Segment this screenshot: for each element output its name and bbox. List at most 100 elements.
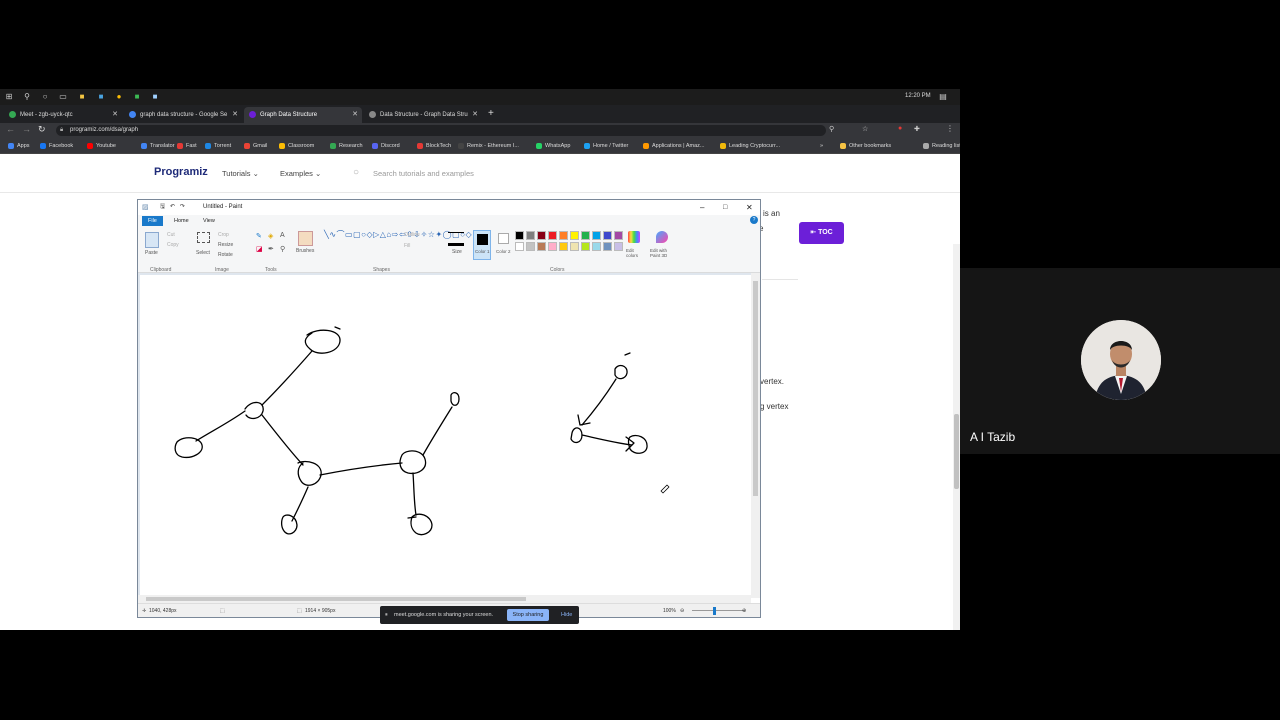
bookmark-item[interactable]: Translator [141, 141, 175, 151]
minimize-icon[interactable]: – [700, 200, 704, 215]
more-bookmarks-icon[interactable]: » [820, 141, 823, 151]
scrollbar-thumb[interactable] [954, 414, 959, 489]
zoom-icon[interactable]: ⚲ [829, 125, 834, 133]
windows-start-icon[interactable]: ⊞ [4, 92, 14, 102]
bookmark-item[interactable]: Torrent [205, 141, 231, 151]
resize-button[interactable]: Resize [218, 242, 233, 248]
color-swatch[interactable] [581, 242, 590, 251]
color-swatch[interactable] [515, 231, 524, 240]
cortana-icon[interactable]: ○ [40, 92, 50, 102]
size-button[interactable]: Size [452, 249, 462, 255]
chrome-icon[interactable]: ● [114, 92, 124, 102]
zoom-out-icon[interactable]: ⊖ [680, 604, 684, 618]
color-swatch[interactable] [592, 231, 601, 240]
brushes-button[interactable]: Brushes [296, 248, 314, 254]
close-icon[interactable]: ✕ [746, 200, 753, 215]
notification-icon[interactable]: ▤ [938, 92, 948, 102]
tab-google-search[interactable]: graph data structure - Google Se ✕ [124, 107, 242, 123]
shapes-gallery[interactable]: ╲∿⌒▭▢○◇▷△⌂⇨⇦⇧⇩✧☆✦◯▢○◇ [324, 230, 472, 239]
paste-button[interactable]: Paste [145, 250, 158, 256]
bookmark-item[interactable]: Other bookmarks [840, 141, 891, 151]
brushes-icon[interactable] [298, 231, 313, 246]
save-icon[interactable]: 🖫︎ [160, 200, 165, 215]
bookmark-item[interactable]: BlockTech [417, 141, 451, 151]
color-swatch[interactable] [581, 231, 590, 240]
bookmark-star-icon[interactable]: ☆ [862, 125, 868, 133]
hide-button[interactable]: Hide [561, 606, 572, 624]
color1-selector[interactable] [473, 230, 491, 260]
bookmark-item[interactable]: Home / Twitter [584, 141, 628, 151]
help-icon[interactable]: ? [750, 216, 758, 224]
bookmark-item[interactable]: Classroom [279, 141, 314, 151]
cut-button[interactable]: Cut [167, 232, 175, 238]
tab-data-structure-graph[interactable]: Data Structure - Graph Data Stru ✕ [364, 107, 482, 123]
bookmark-item[interactable]: Reading list [923, 141, 960, 151]
color-swatch[interactable] [548, 242, 557, 251]
bookmark-item[interactable]: Youtube [87, 141, 116, 151]
color-swatch[interactable] [570, 242, 579, 251]
text-tool-icon[interactable]: A [280, 232, 285, 239]
color-swatch[interactable] [548, 231, 557, 240]
undo-icon[interactable]: ↶ [170, 200, 175, 215]
close-tab-icon[interactable]: ✕ [472, 107, 478, 123]
app-icon[interactable]: ■ [96, 92, 106, 102]
extension-icon[interactable]: ● [898, 125, 902, 132]
url-input[interactable]: 🔒︎ programiz.com/dsa/graph [56, 125, 826, 136]
edit-paint3d-button[interactable]: Edit with Paint 3D [650, 248, 678, 258]
close-tab-icon[interactable]: ✕ [232, 107, 238, 123]
task-view-icon[interactable]: ▭ [58, 92, 68, 102]
programiz-logo[interactable]: Programiz [154, 166, 208, 178]
zoom-slider[interactable] [692, 610, 744, 611]
fill-tool-icon[interactable]: ◈ [268, 232, 273, 240]
color-swatch[interactable] [537, 231, 546, 240]
forward-icon[interactable]: → [22, 124, 31, 134]
tab-meet[interactable]: Meet - zgb-uyck-qtc ✕ [4, 107, 122, 123]
paint3d-icon[interactable] [656, 231, 668, 243]
outline-button[interactable]: Outline [404, 232, 420, 238]
color-swatch[interactable] [559, 231, 568, 240]
eraser-tool-icon[interactable]: ◪ [256, 245, 263, 253]
color-picker-icon[interactable]: ✒ [268, 245, 274, 253]
color2-swatch[interactable] [498, 233, 509, 244]
color-swatch[interactable] [592, 242, 601, 251]
fill-button[interactable]: Fill [404, 243, 410, 249]
nav-tutorials[interactable]: Tutorials ⌄ [222, 169, 259, 178]
redo-icon[interactable]: ↷ [180, 200, 185, 215]
color-swatch[interactable] [603, 242, 612, 251]
menu-kebab-icon[interactable]: ⋮ [946, 124, 954, 133]
reload-icon[interactable]: ↻ [38, 124, 46, 135]
bookmark-item[interactable]: Facebook [40, 141, 73, 151]
app-icon[interactable]: ■ [132, 92, 142, 102]
color-swatch[interactable] [603, 231, 612, 240]
site-search-input[interactable]: Search tutorials and examples [373, 169, 474, 178]
close-tab-icon[interactable]: ✕ [112, 107, 118, 123]
bookmark-item[interactable]: WhatsApp [536, 141, 570, 151]
tab-home[interactable]: Home [168, 216, 195, 226]
bookmark-item[interactable]: Remix - Ethereum I... [458, 141, 519, 151]
pencil-tool-icon[interactable]: ✎ [256, 232, 262, 240]
size-icon[interactable] [448, 232, 464, 246]
rotate-button[interactable]: Rotate [218, 252, 233, 258]
color-swatch[interactable] [559, 242, 568, 251]
file-explorer-icon[interactable]: ■ [77, 92, 87, 102]
bookmark-item[interactable]: Discord [372, 141, 400, 151]
nav-examples[interactable]: Examples ⌄ [280, 169, 321, 178]
canvas-horizontal-scrollbar[interactable] [138, 595, 751, 603]
extensions-puzzle-icon[interactable]: ✚ [914, 125, 920, 133]
edit-colors-button[interactable]: Edit colors [626, 248, 644, 258]
crop-button[interactable]: Crop [218, 232, 229, 238]
new-tab-icon[interactable]: + [488, 108, 494, 119]
select-icon[interactable] [197, 232, 210, 243]
maximize-icon[interactable]: □ [723, 200, 727, 215]
scrollbar-thumb[interactable] [753, 281, 758, 496]
paste-icon[interactable] [145, 232, 159, 248]
select-button[interactable]: Select [196, 250, 210, 256]
tab-file[interactable]: File [142, 216, 163, 226]
zoom-in-icon[interactable]: ⊕ [742, 604, 746, 618]
toc-button[interactable]: ⇤ TOC [799, 222, 844, 244]
tab-view[interactable]: View [197, 216, 221, 226]
color-swatch[interactable] [614, 231, 623, 240]
bookmark-item[interactable]: Applications | Amaz... [643, 141, 704, 151]
paint-canvas[interactable] [140, 275, 751, 595]
bookmark-item[interactable]: Apps [8, 141, 30, 151]
